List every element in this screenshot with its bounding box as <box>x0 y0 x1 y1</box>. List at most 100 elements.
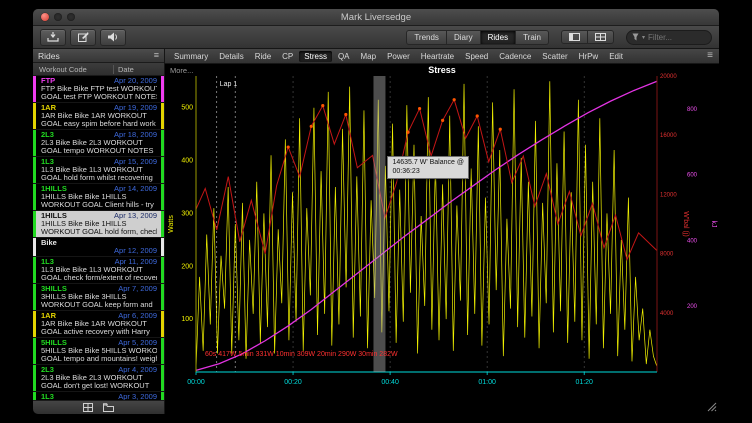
chart-tab-menu-icon[interactable]: ≡ <box>707 51 715 61</box>
tab-summary[interactable]: Summary <box>169 51 213 62</box>
scope-tab-train[interactable]: Train <box>516 30 549 45</box>
workout-code: FTP <box>41 77 55 85</box>
list-item[interactable]: FTPApr 20, 2009FTP Bike Bike FTP test WO… <box>33 76 164 103</box>
column-workout-code[interactable]: Workout Code <box>33 65 113 74</box>
chart-tooltip: 14635.7 W' Balance @ 00:36:23 <box>387 156 468 179</box>
workout-code: 1L3 <box>41 258 54 266</box>
workout-date: Apr 15, 2009 <box>114 158 157 166</box>
list-item[interactable]: 1HILLSApr 13, 20091HILLS Bike Bike 1HILL… <box>33 211 164 238</box>
color-stripe <box>161 130 164 156</box>
color-stripe <box>33 284 36 310</box>
tab-hrpw[interactable]: HrPw <box>574 51 604 62</box>
workout-date: Apr 13, 2009 <box>114 212 157 220</box>
list-item[interactable]: 2L3Apr 4, 20092L3 Bike Bike 2L3 WORKOUTG… <box>33 365 164 392</box>
tooltip-value: 14635.7 W' Balance @ <box>392 159 463 168</box>
svg-text:800: 800 <box>687 107 698 113</box>
workout-desc: GOAL test FTP WORKOUT NOTES <box>41 93 157 101</box>
workout-date: Apr 7, 2009 <box>118 285 157 293</box>
filter-input[interactable] <box>648 33 706 42</box>
workout-desc: 1HILLS Bike Bike 1HILLS <box>41 220 157 228</box>
list-item[interactable]: BikeApr 12, 2009 <box>33 238 164 257</box>
import-button[interactable] <box>40 29 66 46</box>
filter-dropdown-arrow-icon[interactable]: ▾ <box>642 34 645 41</box>
color-stripe <box>161 284 164 310</box>
grid-view-icon[interactable] <box>83 403 93 412</box>
workout-code: 1L3 <box>41 158 54 166</box>
svg-text:00:20: 00:20 <box>284 379 302 386</box>
workout-desc: 2L3 Bike Bike 2L3 WORKOUT <box>41 374 157 382</box>
color-stripe <box>161 392 164 400</box>
workout-date: Apr 3, 2009 <box>118 393 157 400</box>
tiled-view-button[interactable] <box>588 30 614 44</box>
zoom-button[interactable] <box>67 13 75 21</box>
workout-desc: 1L3 Bike Bike 1L3 WORKOUT <box>41 266 157 274</box>
color-stripe <box>33 157 36 183</box>
workout-date: Apr 18, 2009 <box>114 131 157 139</box>
tab-power[interactable]: Power <box>382 51 415 62</box>
list-item[interactable]: 1HILLSApr 14, 20091HILLS Bike Bike 1HILL… <box>33 184 164 211</box>
compose-button[interactable] <box>70 29 96 46</box>
workout-code: Bike <box>41 239 57 247</box>
color-stripe <box>161 211 164 237</box>
svg-text:200: 200 <box>687 304 698 310</box>
workout-desc: 3HILLS Bike Bike 3HILLS <box>41 293 157 301</box>
list-item[interactable]: 1ARApr 6, 20091AR Bike Bike 1AR WORKOUTG… <box>33 311 164 338</box>
workout-code: 1HILLS <box>41 185 67 193</box>
main-panel: SummaryDetailsRideCPStressQAMapPowerHear… <box>165 49 719 414</box>
workout-desc: 5HILLS Bike Bike 5HILLS WORKOUT <box>41 347 157 355</box>
tab-stress[interactable]: Stress <box>299 51 332 62</box>
color-stripe <box>161 257 164 283</box>
more-button[interactable]: More... <box>170 66 193 75</box>
tab-cp[interactable]: CP <box>277 51 298 62</box>
workout-desc: GOAL hold form whilst recovering <box>41 174 157 182</box>
scope-tab-rides[interactable]: Rides <box>481 30 516 45</box>
column-date[interactable]: Date <box>113 65 164 74</box>
sidebar-toggle-button[interactable] <box>561 30 588 44</box>
scope-tab-trends[interactable]: Trends <box>406 30 447 45</box>
svg-text:Lap 1: Lap 1 <box>220 81 238 88</box>
color-stripe <box>33 365 36 391</box>
list-item[interactable]: 1L3Apr 3, 2009 <box>33 392 164 400</box>
list-item[interactable]: 1L3Apr 11, 20091L3 Bike Bike 1L3 WORKOUT… <box>33 257 164 284</box>
stress-chart[interactable]: Lap 100:0000:2000:4001:0001:201002003004… <box>165 64 719 414</box>
tab-ride[interactable]: Ride <box>250 51 276 62</box>
tab-cadence[interactable]: Cadence <box>494 51 536 62</box>
color-stripe <box>161 184 164 210</box>
svg-text:100: 100 <box>181 316 193 323</box>
speaker-icon <box>107 32 119 42</box>
svg-text:300: 300 <box>181 210 193 217</box>
workout-code: 1AR <box>41 312 56 320</box>
tab-qa[interactable]: QA <box>333 51 355 62</box>
tab-scatter[interactable]: Scatter <box>537 51 572 62</box>
workout-desc: GOAL check form/extent of recovery <box>41 274 157 282</box>
list-item[interactable]: 5HILLSApr 5, 20095HILLS Bike Bike 5HILLS… <box>33 338 164 365</box>
tab-heartrate[interactable]: Heartrate <box>416 51 459 62</box>
list-item[interactable]: 3HILLS Apr 7, 20093HILLS Bike Bike 3HILLS… <box>33 284 164 311</box>
workout-desc: GOAL easy spim before hard work <box>41 120 157 128</box>
color-stripe <box>161 76 164 102</box>
sidebar: Rides ≡ Workout Code Date FTPApr 20, 200… <box>33 49 165 414</box>
color-stripe <box>33 311 36 337</box>
color-stripe <box>33 238 36 256</box>
svg-text:60s 417W 5min 331W 10min 3: 60s 417W 5min 331W 10min 309W 20min 290W… <box>205 351 398 358</box>
filter-field[interactable]: ▾ <box>626 30 712 45</box>
workout-code: 2L3 <box>41 366 54 374</box>
download-tray-icon <box>47 32 59 42</box>
sidebar-menu-icon[interactable]: ≡ <box>154 51 159 60</box>
close-button[interactable] <box>41 13 49 21</box>
tab-speed[interactable]: Speed <box>460 51 493 62</box>
list-item[interactable]: 2L3Apr 18, 20092L3 Bike Bike 2L3 WORKOUT… <box>33 130 164 157</box>
list-item[interactable]: 1L3Apr 15, 20091L3 Bike Bike 1L3 WORKOUT… <box>33 157 164 184</box>
minimize-button[interactable] <box>54 13 62 21</box>
tab-map[interactable]: Map <box>356 51 382 62</box>
tab-details[interactable]: Details <box>214 51 248 62</box>
resize-grip[interactable] <box>707 402 717 412</box>
folder-icon[interactable] <box>103 403 114 412</box>
toolbar-audio-button[interactable] <box>100 29 126 46</box>
list-item[interactable]: 1ARApr 19, 20091AR Bike Bike 1AR WORKOUT… <box>33 103 164 130</box>
tab-edit[interactable]: Edit <box>604 51 628 62</box>
workout-date: Apr 4, 2009 <box>118 366 157 374</box>
scope-tab-diary[interactable]: Diary <box>447 30 481 45</box>
view-toggle-group <box>561 30 614 44</box>
workout-code: 3HILLS <box>41 285 67 293</box>
